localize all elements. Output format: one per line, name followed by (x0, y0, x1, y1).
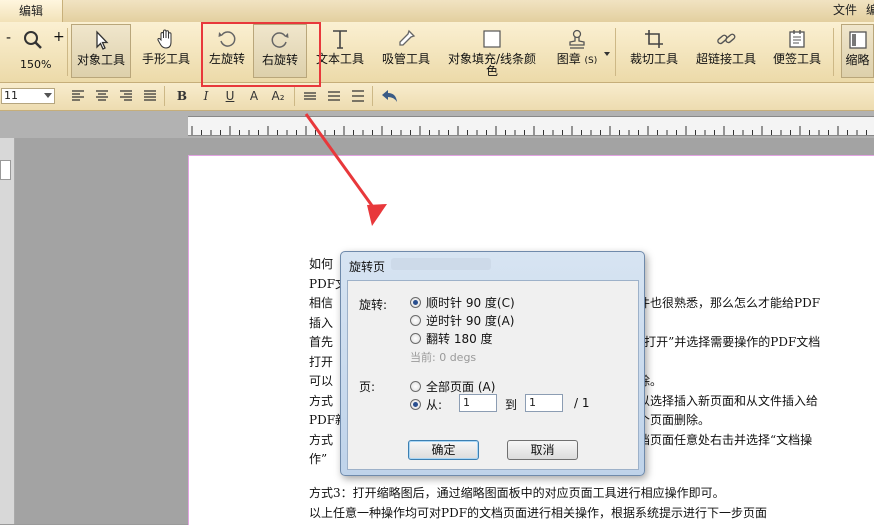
annotation-arrow (304, 113, 387, 226)
